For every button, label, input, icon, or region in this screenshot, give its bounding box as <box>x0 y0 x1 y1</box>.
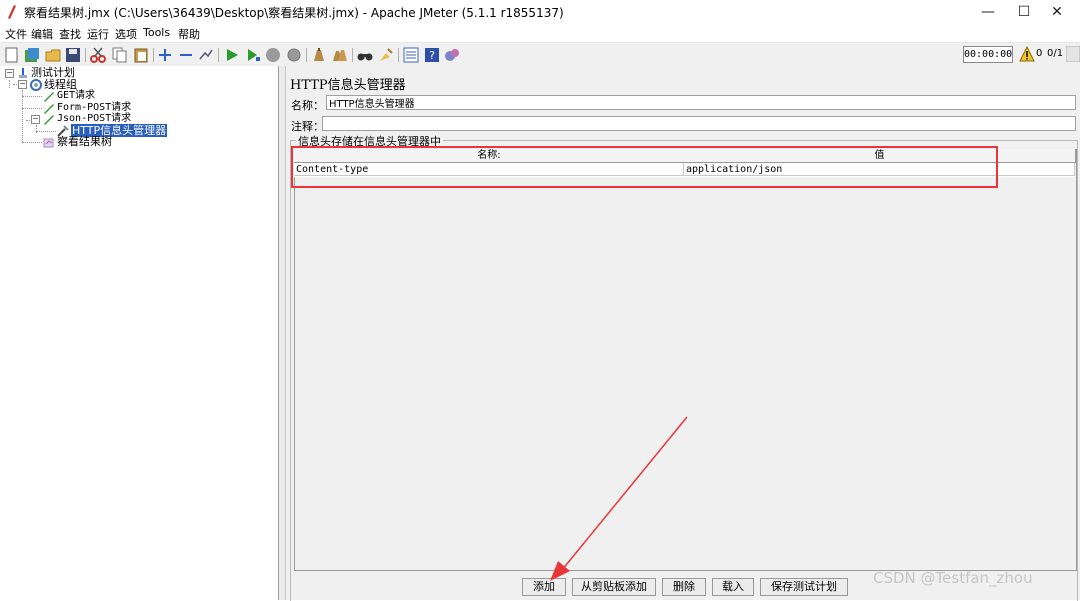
open-icon[interactable] <box>45 47 61 63</box>
menu-run[interactable]: 运行 <box>87 26 109 42</box>
test-plan-tree <box>0 66 279 600</box>
comment-input[interactable] <box>322 116 1076 131</box>
warning-icon[interactable] <box>1019 46 1035 62</box>
annotation-arrow <box>550 416 688 581</box>
running-status-icon <box>1066 46 1080 62</box>
tree-node-label: GET请求 <box>57 90 96 101</box>
function-helper-icon[interactable] <box>403 47 419 63</box>
tree-node-label: Json-POST请求 <box>57 113 132 124</box>
menu-bar: 文件 编辑 查找 运行 选项 Tools 帮助 <box>0 24 1080 42</box>
remote-icon[interactable] <box>444 47 460 63</box>
templates-icon[interactable] <box>24 47 40 63</box>
annotation-highlight-box <box>291 146 998 188</box>
menu-options[interactable]: 选项 <box>115 26 137 42</box>
toolbar-separator <box>398 48 399 62</box>
watermark: CSDN @Testfan_zhou <box>873 569 1033 587</box>
stop-icon[interactable] <box>265 47 281 63</box>
copy-icon[interactable] <box>112 47 128 63</box>
new-icon[interactable] <box>4 47 20 63</box>
delete-button[interactable]: 删除 <box>662 578 706 596</box>
help-icon[interactable]: ? <box>424 47 440 63</box>
start-icon[interactable] <box>224 47 240 63</box>
http-sampler-icon <box>44 115 54 125</box>
menu-tools[interactable]: Tools <box>143 26 170 39</box>
name-label: 名称： <box>291 99 324 112</box>
window-title: 察看结果树.jmx (C:\Users\36439\Desktop\察看结果树.… <box>24 6 564 20</box>
clear-all-icon[interactable] <box>332 47 348 63</box>
warning-count: 0 <box>1036 48 1043 59</box>
listener-icon <box>43 138 54 148</box>
menu-file[interactable]: 文件 <box>5 26 27 42</box>
search-icon[interactable] <box>357 47 373 63</box>
add-from-clipboard-button[interactable]: 从剪贴板添加 <box>572 578 656 596</box>
save-test-plan-button[interactable]: 保存测试计划 <box>760 578 848 596</box>
start-no-pause-icon[interactable] <box>245 47 261 63</box>
elapsed-timer: 00:00:00 <box>963 46 1013 63</box>
tree-node-view-results-tree[interactable]: 察看结果树 <box>43 136 112 148</box>
close-button[interactable]: ✕ <box>1034 0 1080 24</box>
toolbar-separator <box>153 48 154 62</box>
collapse-icon[interactable] <box>178 47 194 63</box>
collapse-toggle-json-post[interactable]: − <box>31 115 40 124</box>
save-icon[interactable] <box>65 47 81 63</box>
toolbar-separator <box>85 48 86 62</box>
test-plan-icon <box>19 68 27 78</box>
toggle-icon[interactable] <box>198 47 214 63</box>
reset-search-icon[interactable] <box>378 47 394 63</box>
toolbar-separator <box>352 48 353 62</box>
load-button[interactable]: 载入 <box>712 578 754 596</box>
menu-search[interactable]: 查找 <box>59 26 81 42</box>
thread-group-icon <box>30 79 42 91</box>
name-row: 名称： <box>288 95 1078 112</box>
clear-icon[interactable] <box>311 47 327 63</box>
name-input[interactable] <box>326 95 1076 110</box>
paste-icon[interactable] <box>133 47 149 63</box>
active-thread-count: 0/1 <box>1047 48 1064 59</box>
expand-icon[interactable] <box>157 47 173 63</box>
shutdown-icon[interactable] <box>286 47 302 63</box>
svg-text:?: ? <box>429 49 435 62</box>
toolbar: ? 00:00:00 0 0/1 <box>0 42 1080 68</box>
cut-icon[interactable] <box>90 47 106 63</box>
comment-label: 注释： <box>291 120 324 133</box>
http-sampler-icon <box>44 92 54 102</box>
collapse-toggle-test-plan[interactable]: − <box>5 69 14 78</box>
collapse-toggle-thread-group[interactable]: − <box>18 80 27 89</box>
title-bar: 察看结果树.jmx (C:\Users\36439\Desktop\察看结果树.… <box>0 0 1080 24</box>
menu-edit[interactable]: 编辑 <box>31 26 53 42</box>
tree-node-label: Form-POST请求 <box>57 102 132 113</box>
menu-help[interactable]: 帮助 <box>178 26 200 42</box>
panel-splitter[interactable] <box>279 66 286 600</box>
comment-row: 注释： <box>288 116 1078 133</box>
toolbar-separator <box>218 48 219 62</box>
tree-node-label: 察看结果树 <box>57 135 112 148</box>
jmeter-feather-icon <box>8 5 16 19</box>
tree-node-get-request[interactable]: GET请求 <box>43 90 95 102</box>
toolbar-separator <box>306 48 307 62</box>
add-button[interactable]: 添加 <box>522 578 566 596</box>
panel-title: HTTP信息头管理器 <box>290 78 406 93</box>
